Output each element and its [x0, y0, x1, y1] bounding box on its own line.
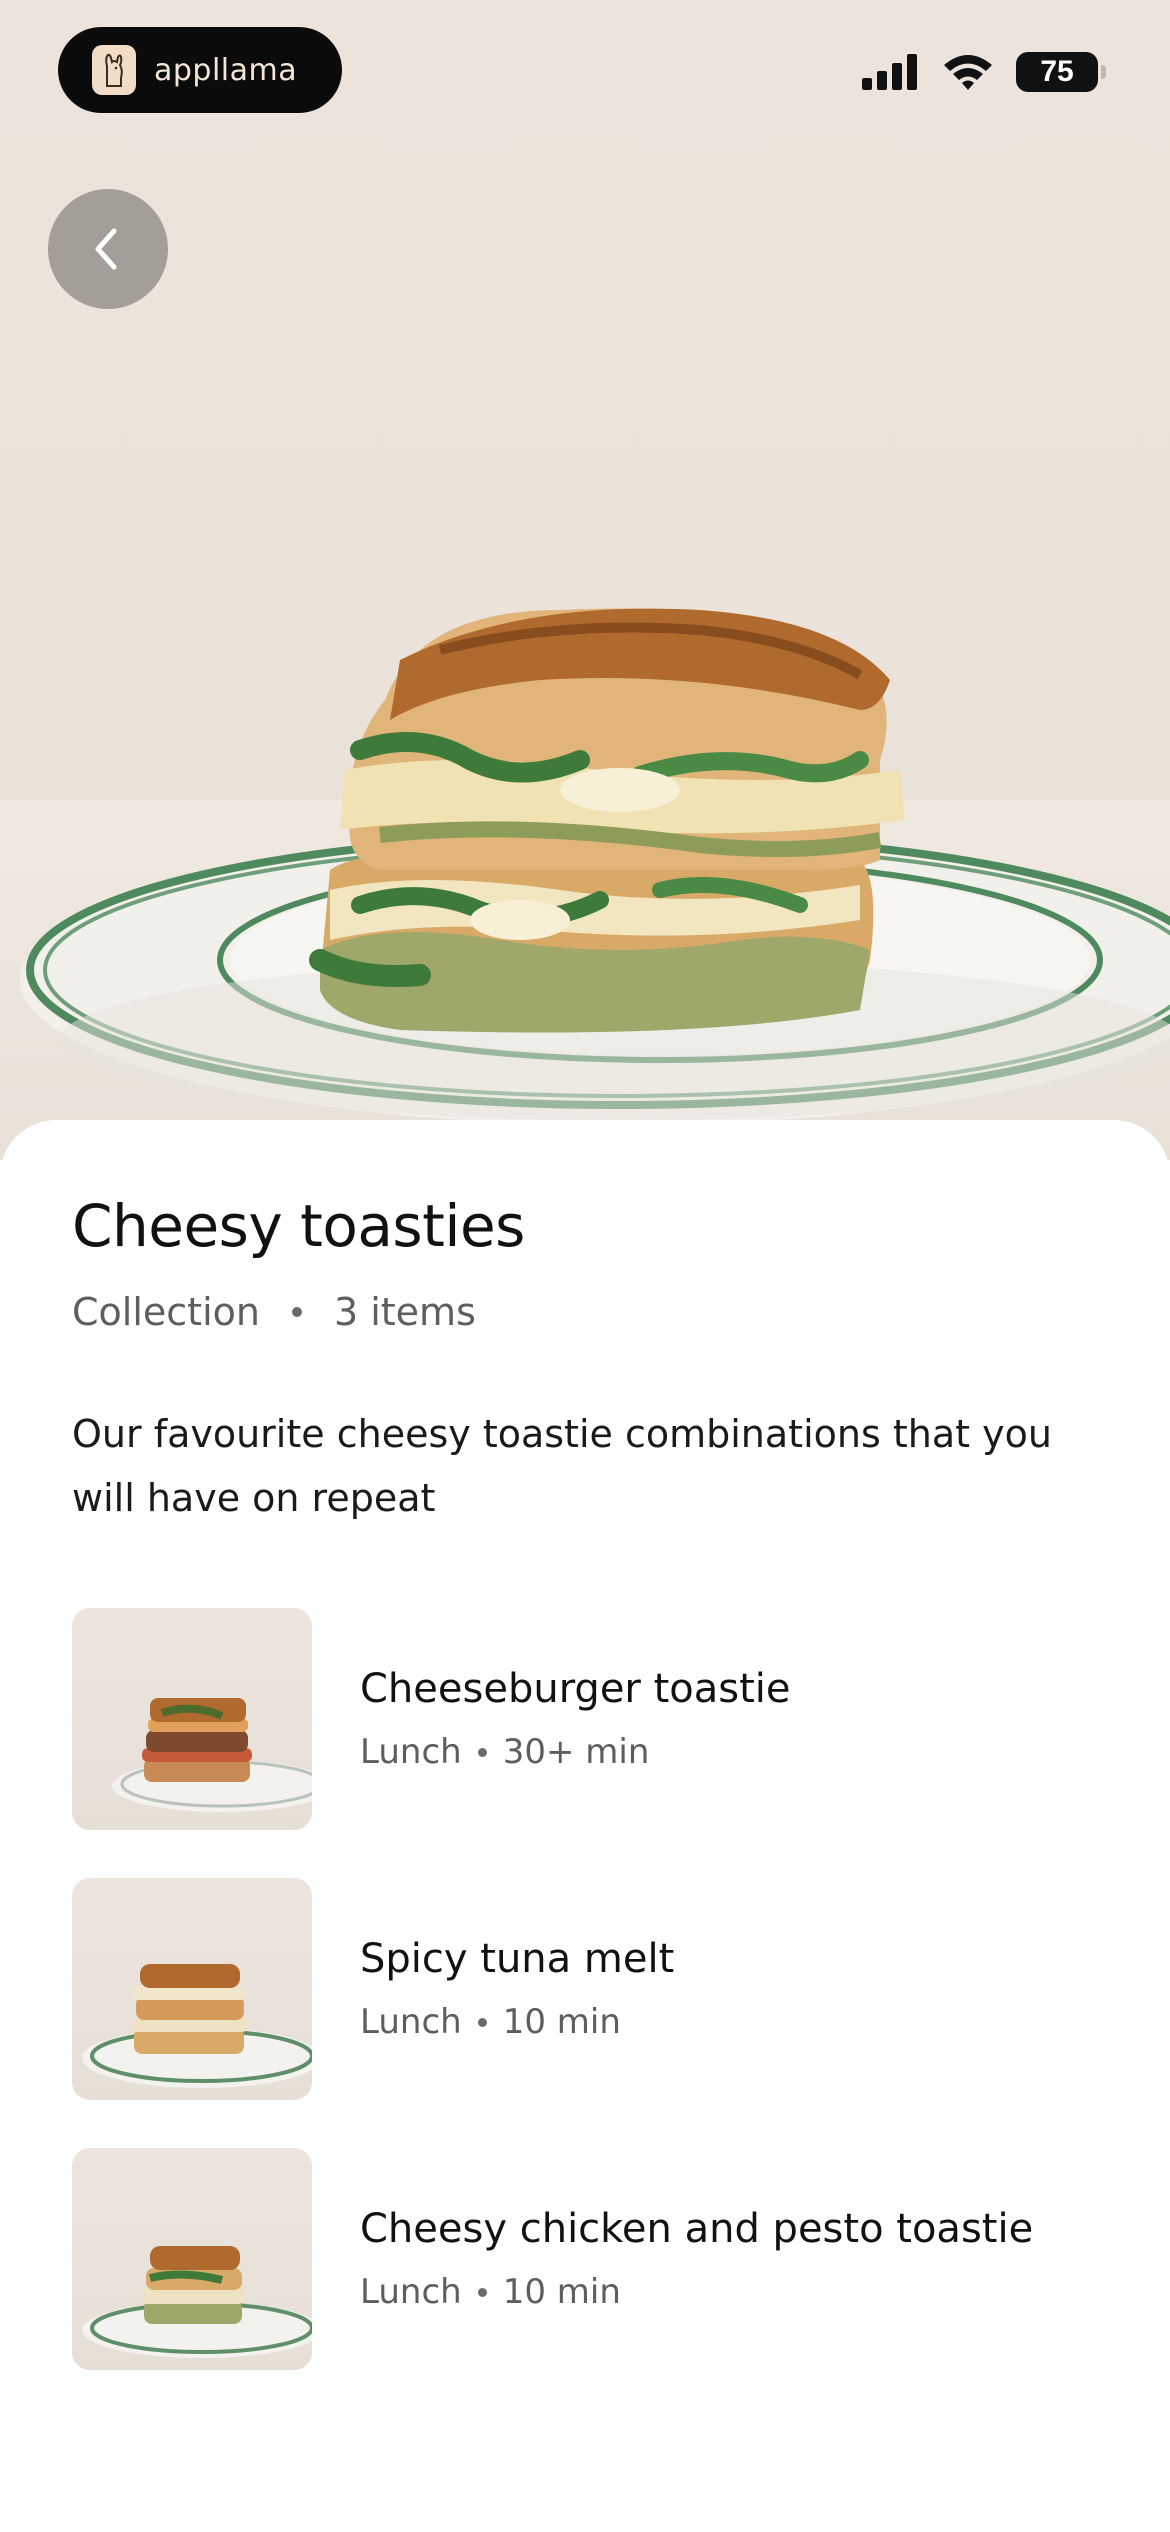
separator-dot [477, 1747, 487, 1757]
recipe-thumbnail [72, 1608, 312, 1830]
recipe-item[interactable]: Cheesy chicken and pesto toastie Lunch 1… [72, 2148, 1112, 2418]
recipe-item[interactable]: Cheeseburger toastie Lunch 30+ min [72, 1608, 1112, 1878]
status-indicators: 75 [862, 52, 1106, 92]
recipe-thumbnail [72, 1878, 312, 2100]
recipe-time: 10 min [502, 2272, 621, 2312]
separator-dot [477, 2287, 487, 2297]
battery-icon: 75 [1016, 52, 1106, 92]
app-badge-label: appllama [154, 52, 298, 88]
battery-level: 75 [1040, 55, 1074, 88]
recipe-time: 10 min [502, 2002, 621, 2042]
llama-logo-icon [92, 45, 136, 95]
collection-title: Cheesy toasties [72, 1192, 525, 1260]
toastie-illustration [20, 608, 1170, 1120]
cellular-signal-icon [862, 54, 917, 90]
recipe-thumbnail [72, 2148, 312, 2370]
collection-meta: Collection 3 items [72, 1290, 476, 1334]
chevron-left-icon [95, 228, 117, 270]
collection-sheet: Cheesy toasties Collection 3 items Our f… [0, 1120, 1170, 2532]
collection-type: Collection [72, 1290, 260, 1334]
separator-dot [291, 1307, 302, 1317]
recipe-meal: Lunch [360, 2272, 462, 2312]
app-badge[interactable]: appllama [58, 27, 342, 113]
recipe-list: Cheeseburger toastie Lunch 30+ min Spicy… [72, 1608, 1112, 2418]
collection-count: 3 items [333, 1290, 476, 1334]
wifi-icon [944, 55, 992, 90]
recipe-meal: Lunch [360, 1732, 462, 1772]
collection-screen: appllama 75 Cheesy toasties Collection 3… [0, 0, 1170, 2532]
recipe-item[interactable]: Spicy tuna melt Lunch 10 min [72, 1878, 1112, 2148]
recipe-title: Spicy tuna melt [360, 1936, 675, 1982]
separator-dot [477, 2017, 487, 2027]
recipe-meta: Lunch 10 min [360, 2002, 621, 2042]
back-button[interactable] [48, 189, 168, 309]
hero-image: appllama 75 [0, 0, 1170, 1160]
recipe-meta: Lunch 30+ min [360, 1732, 649, 1772]
recipe-meta: Lunch 10 min [360, 2272, 621, 2312]
recipe-title: Cheeseburger toastie [360, 1666, 791, 1712]
recipe-title: Cheesy chicken and pesto toastie [360, 2206, 1034, 2252]
collection-description: Our favourite cheesy toastie combination… [72, 1412, 1052, 1520]
recipe-time: 30+ min [502, 1732, 650, 1772]
recipe-meal: Lunch [360, 2002, 462, 2042]
